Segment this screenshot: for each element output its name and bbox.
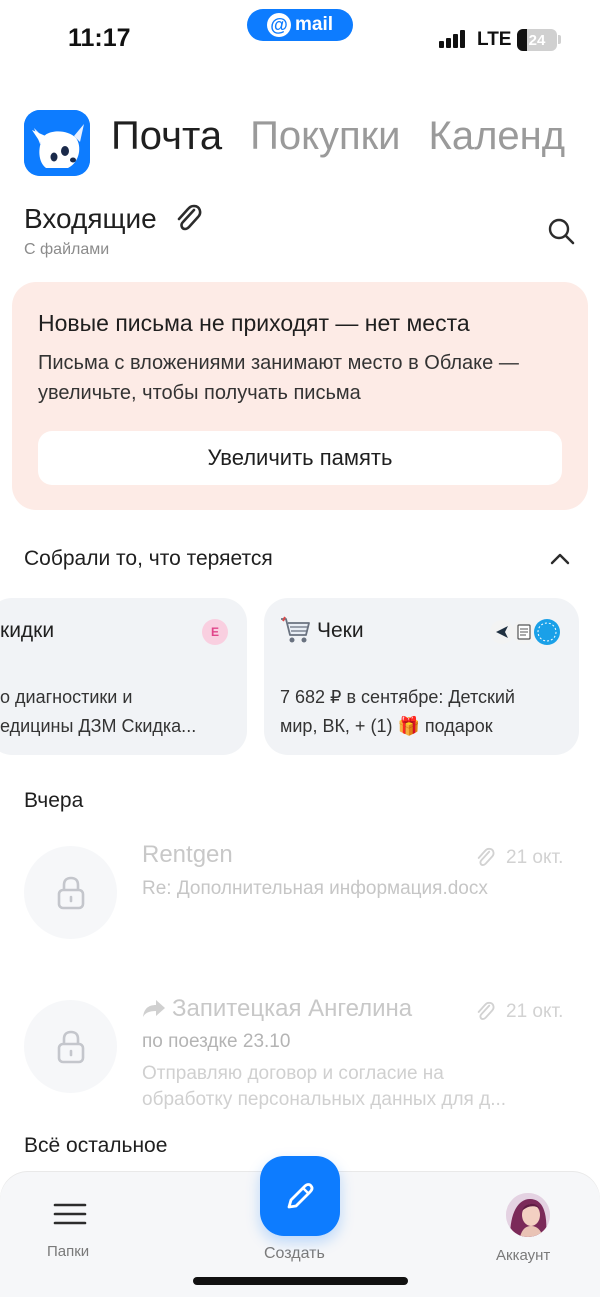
pencil-icon bbox=[287, 1183, 314, 1209]
tab-shopping[interactable]: Покупки bbox=[250, 114, 400, 159]
mail-logo-icon[interactable] bbox=[24, 110, 90, 176]
status-bar: 11:17 @ mail LTE 24 bbox=[0, 0, 600, 80]
locked-avatar bbox=[24, 1000, 117, 1093]
cellular-signal-icon bbox=[439, 30, 469, 48]
discounts-card[interactable]: кидки E о диагностики и едицины ДЗМ Скид… bbox=[0, 598, 247, 755]
tab-mail[interactable]: Почта bbox=[111, 114, 222, 159]
status-time: 11:17 bbox=[68, 24, 131, 52]
mail-meta: 21 окт. bbox=[474, 1000, 563, 1024]
card-text-line: 7 682 ₽ в сентябре: Детский bbox=[280, 687, 515, 707]
alert-title: Новые письма не приходят — нет места bbox=[38, 310, 470, 336]
nav-account-label[interactable]: Аккаунт bbox=[496, 1247, 550, 1264]
alert-text: Письма с вложениями занимают место в Обл… bbox=[38, 352, 519, 404]
tab-calendar[interactable]: Календ bbox=[429, 114, 566, 159]
card-text-line: о диагностики и bbox=[0, 687, 133, 707]
mail-subject: Re: Дополнительная информация.docx bbox=[142, 878, 488, 899]
mail-meta: 21 окт. bbox=[474, 846, 563, 870]
forwarded-icon bbox=[143, 1000, 165, 1017]
battery-tip bbox=[558, 35, 561, 44]
chevron-up-icon[interactable] bbox=[548, 547, 572, 571]
collected-section-title: Собрали то, что теряется bbox=[24, 547, 273, 570]
mail-app-pill[interactable]: @ mail bbox=[247, 9, 353, 41]
at-sign-icon: @ bbox=[266, 13, 291, 37]
group-label-other: Всё остальное bbox=[24, 1134, 168, 1157]
card-text-line: едицины ДЗМ Скидка... bbox=[0, 716, 197, 736]
account-avatar[interactable] bbox=[506, 1193, 550, 1237]
attachment-icon bbox=[477, 1001, 495, 1020]
mail-pill-label: mail bbox=[294, 14, 334, 35]
compose-button[interactable] bbox=[260, 1156, 340, 1236]
mail-date: 21 окт. bbox=[506, 1001, 564, 1022]
attachment-icon bbox=[477, 847, 495, 866]
battery-icon: 24 bbox=[517, 29, 557, 51]
search-icon[interactable] bbox=[546, 216, 576, 246]
nav-folders-label[interactable]: Папки bbox=[47, 1243, 89, 1260]
nav-compose-label[interactable]: Создать bbox=[264, 1245, 325, 1263]
increase-storage-button[interactable]: Увеличить память bbox=[38, 431, 562, 485]
card-title: кидки bbox=[0, 619, 55, 642]
sender-badge: E bbox=[202, 619, 228, 645]
mail-sender: Запитецкая Ангелина bbox=[172, 995, 413, 1022]
mail-item[interactable]: Rentgen Re: Дополнительная информация.do… bbox=[0, 838, 600, 948]
menu-icon[interactable] bbox=[52, 1200, 88, 1233]
receipts-card[interactable]: Чеки 7 682 ₽ в сентябре: Детский мир, ВК… bbox=[264, 598, 579, 755]
lock-icon bbox=[57, 876, 84, 909]
storage-full-alert: Новые письма не приходят — нет места Пис… bbox=[12, 282, 588, 510]
app-tabs: Почта Покупки Календ bbox=[111, 114, 565, 159]
mail-sender: Rentgen bbox=[142, 841, 233, 868]
paperclip-icon bbox=[177, 204, 202, 231]
mail-preview-line: обработку персональных данных для д... bbox=[142, 1089, 507, 1110]
page-title: Входящие bbox=[24, 203, 157, 234]
battery-percent: 24 bbox=[528, 31, 546, 49]
mail-date: 21 окт. bbox=[506, 847, 564, 868]
merchant-logos bbox=[490, 618, 562, 646]
group-label-yesterday: Вчера bbox=[24, 789, 84, 812]
folder-header[interactable]: Входящие bbox=[24, 202, 203, 236]
lock-icon bbox=[57, 1030, 84, 1063]
network-type: LTE bbox=[477, 29, 512, 50]
home-indicator bbox=[193, 1277, 408, 1285]
card-title: Чеки bbox=[317, 619, 364, 642]
locked-avatar bbox=[24, 846, 117, 939]
card-text-line: мир, ВК, + (1) 🎁 подарок bbox=[280, 716, 493, 736]
mail-preview-line: Отправляю договор и согласие на bbox=[142, 1063, 444, 1084]
mail-item[interactable]: Запитецкая Ангелина по поездке 23.10 Отп… bbox=[0, 992, 600, 1112]
mail-subject: по поездке 23.10 bbox=[142, 1031, 291, 1052]
cart-icon bbox=[279, 615, 311, 645]
folder-subtitle: С файлами bbox=[24, 241, 110, 258]
battery-level-fill bbox=[517, 29, 527, 51]
